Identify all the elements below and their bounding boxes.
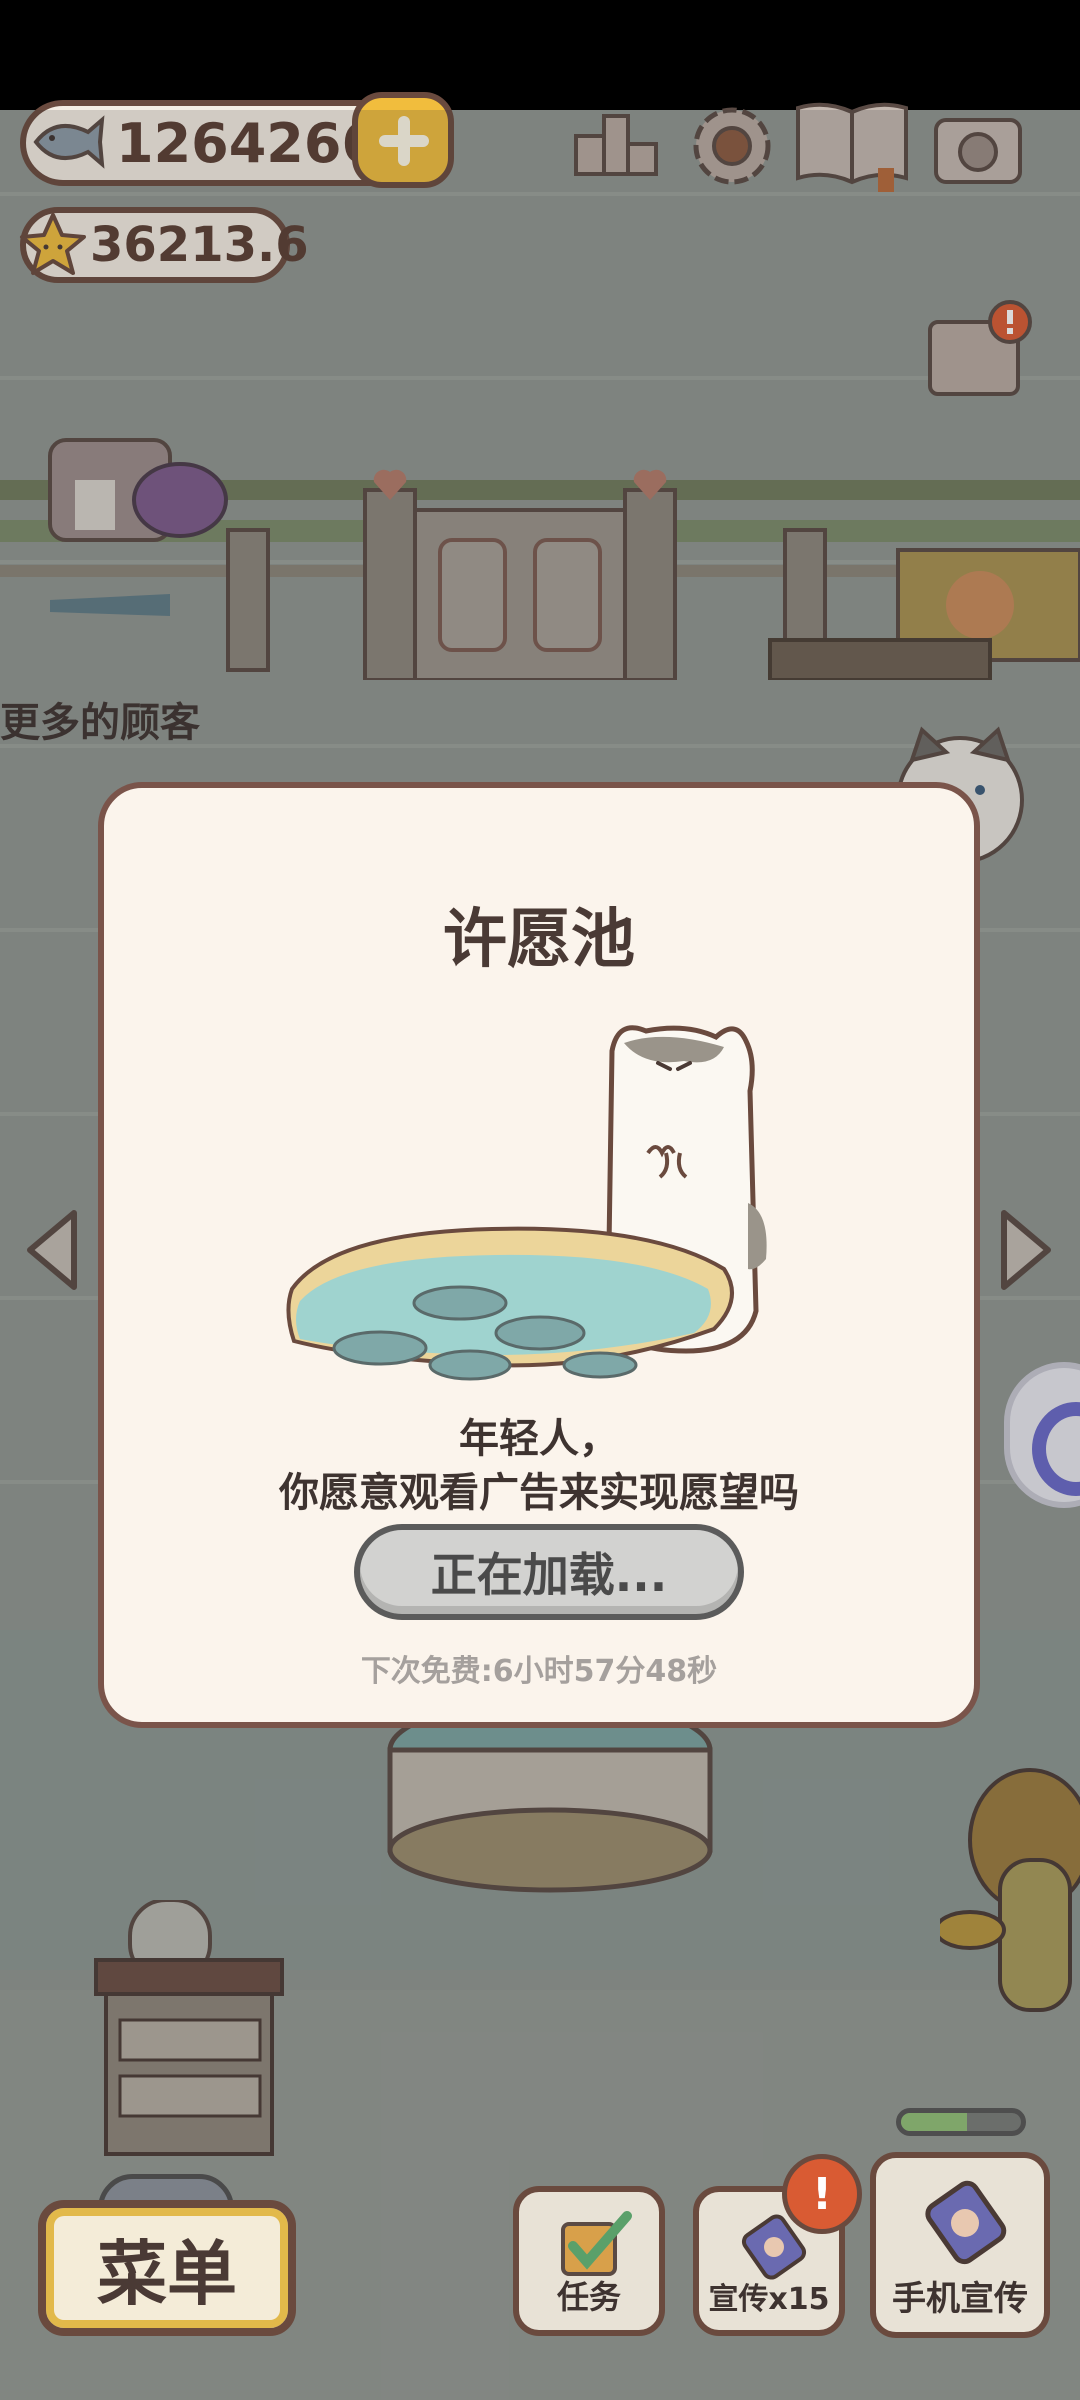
wishing-pool-dialog: 许愿池 年轻人， 你愿意观看广告来实现愿望吗 正在加载... 下次免费:6小时5… [98,782,980,1728]
wishing-pool-illustration [286,1025,767,1381]
status-bar [0,0,1080,110]
promo-progress-bar [896,2108,1026,2136]
phone-promo-button[interactable]: 手机宣传 [870,2152,1050,2338]
promo-progress-fill [901,2113,967,2131]
promo-alert-badge: ! [782,2154,862,2234]
dialog-message-line2: 你愿意观看广告来实现愿望吗 [279,1470,799,1516]
watch-ad-button[interactable]: 正在加载... [354,1524,744,1620]
phone-promo-label: 手机宣传 [892,2279,1028,2319]
task-button[interactable]: 任务 [513,2186,665,2336]
dialog-message-line1: 年轻人， [459,1416,619,1462]
phone-icon [925,2180,1007,2265]
checkbox-icon [561,2211,632,2276]
menu-button[interactable]: 菜单 [38,2200,296,2336]
free-timer-text: 下次免费:6小时57分48秒 [360,1654,718,1689]
dialog-title: 许愿池 [443,903,635,977]
